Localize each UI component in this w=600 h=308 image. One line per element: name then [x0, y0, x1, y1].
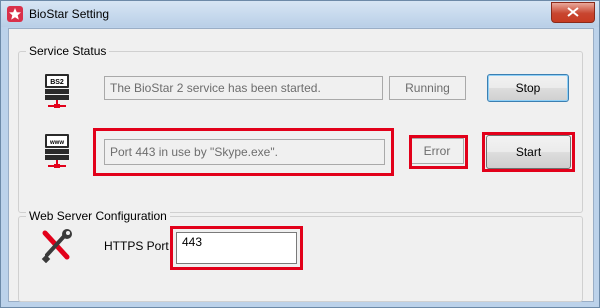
- window-title: BioStar Setting: [29, 7, 110, 21]
- dialog-client-area: Service Status BS2 The BioStar 2 service…: [8, 28, 594, 302]
- svg-text:BS2: BS2: [50, 79, 64, 86]
- bs2-status-indicator: Running: [389, 76, 466, 100]
- message-highlight-box: [93, 128, 394, 176]
- https-port-label: HTTPS Port: [104, 239, 169, 253]
- biostar-setting-window: BioStar Setting Service Status BS2 The B…: [0, 0, 600, 308]
- web-server-config-label: Web Server Configuration: [26, 209, 170, 223]
- stop-button[interactable]: Stop: [487, 74, 569, 102]
- error-highlight-box: [409, 135, 468, 169]
- bs2-server-icon: BS2: [42, 72, 76, 112]
- title-bar[interactable]: BioStar Setting: [1, 1, 599, 27]
- close-icon: [567, 7, 579, 17]
- app-icon: [7, 6, 23, 22]
- web-server-icon: www: [42, 132, 76, 172]
- https-port-highlight-box: [170, 226, 303, 270]
- svg-text:www: www: [49, 140, 64, 146]
- start-highlight-box: [482, 132, 575, 172]
- service-status-label: Service Status: [26, 44, 110, 58]
- bs2-status-message: The BioStar 2 service has been started.: [104, 76, 383, 100]
- close-button[interactable]: [551, 2, 595, 23]
- tools-icon: [39, 229, 73, 264]
